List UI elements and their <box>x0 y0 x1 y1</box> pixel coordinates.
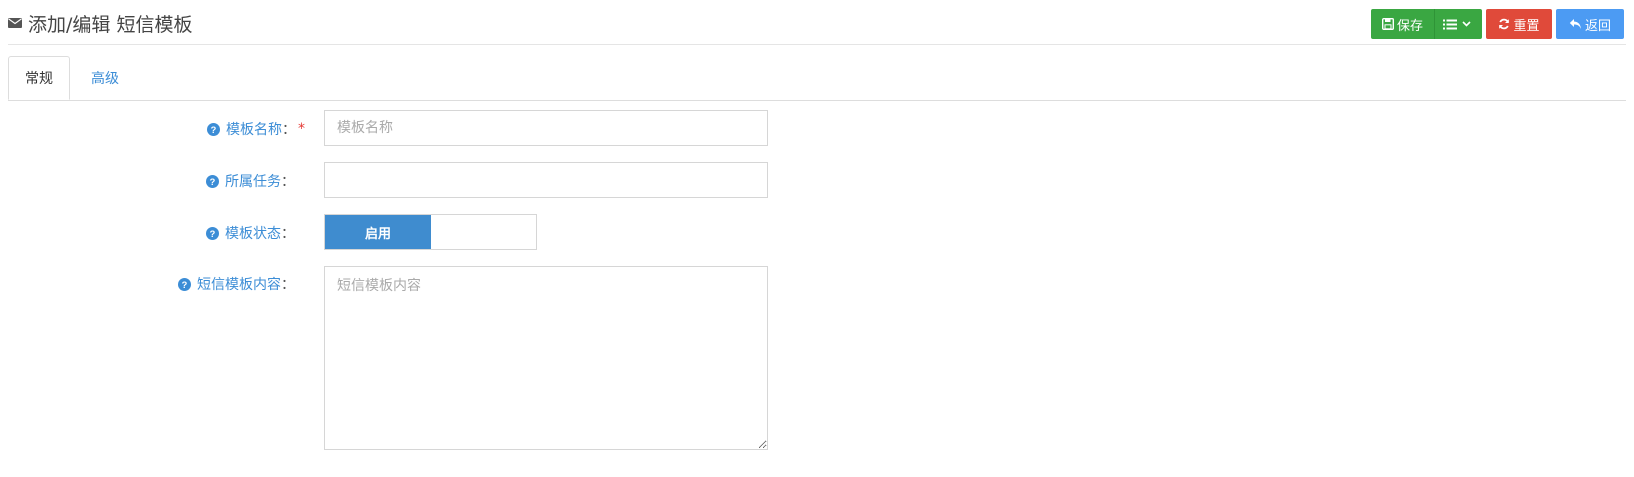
help-icon[interactable]: ? <box>206 226 219 240</box>
envelope-icon <box>8 18 22 28</box>
required-marker: * <box>298 121 305 137</box>
toolbar: 保存 重置 返回 <box>1371 9 1624 39</box>
save-button-label: 保存 <box>1396 18 1423 34</box>
task-input[interactable] <box>324 162 768 198</box>
page-title-text: 添加/编辑 短信模板 <box>28 13 193 36</box>
page-header: 添加/编辑 短信模板 保存 重置 返回 <box>8 0 1626 45</box>
content-label-text: 短信模板内容 <box>197 277 281 293</box>
status-label: ? 模板状态 ： <box>206 223 295 243</box>
svg-text:?: ? <box>210 229 216 239</box>
save-button[interactable]: 保存 <box>1371 9 1434 39</box>
reset-button-label: 重置 <box>1513 18 1540 34</box>
tab-general[interactable]: 常规 <box>8 56 70 100</box>
reply-icon <box>1569 19 1581 29</box>
status-label-text: 模板状态 <box>225 226 281 242</box>
task-label-text: 所属任务 <box>225 174 281 190</box>
more-options-dropdown[interactable] <box>1434 9 1482 39</box>
svg-text:?: ? <box>211 125 217 135</box>
task-label: ? 所属任务 ： <box>206 171 295 191</box>
status-toggle-on[interactable]: 启用 <box>325 215 431 249</box>
svg-text:?: ? <box>210 177 216 187</box>
template-name-label: ? 模板名称 ： * <box>207 119 305 139</box>
template-name-input[interactable] <box>324 110 768 146</box>
help-icon[interactable]: ? <box>178 277 191 291</box>
refresh-icon <box>1499 18 1510 30</box>
reset-button[interactable]: 重置 <box>1486 9 1552 39</box>
floppy-disk-icon <box>1381 18 1394 30</box>
content-label: ? 短信模板内容 ： <box>178 274 295 294</box>
page-title: 添加/编辑 短信模板 <box>8 10 192 36</box>
template-name-label-text: 模板名称 <box>226 122 282 138</box>
content-textarea[interactable] <box>324 266 768 450</box>
back-button-label: 返回 <box>1584 18 1611 34</box>
label-colon: ： <box>281 174 295 190</box>
label-colon: ： <box>282 122 296 138</box>
help-icon[interactable]: ? <box>206 174 219 188</box>
help-icon[interactable]: ? <box>207 122 220 136</box>
status-toggle[interactable]: 启用 <box>324 214 537 250</box>
chevron-down-icon <box>1462 21 1471 27</box>
back-button[interactable]: 返回 <box>1556 9 1624 39</box>
label-colon: ： <box>281 226 295 242</box>
tab-advanced[interactable]: 高级 <box>70 56 140 100</box>
tab-bar: 常规 高级 <box>8 56 1626 101</box>
label-colon: ： <box>281 277 295 293</box>
svg-text:?: ? <box>182 280 188 290</box>
list-icon <box>1443 19 1457 29</box>
